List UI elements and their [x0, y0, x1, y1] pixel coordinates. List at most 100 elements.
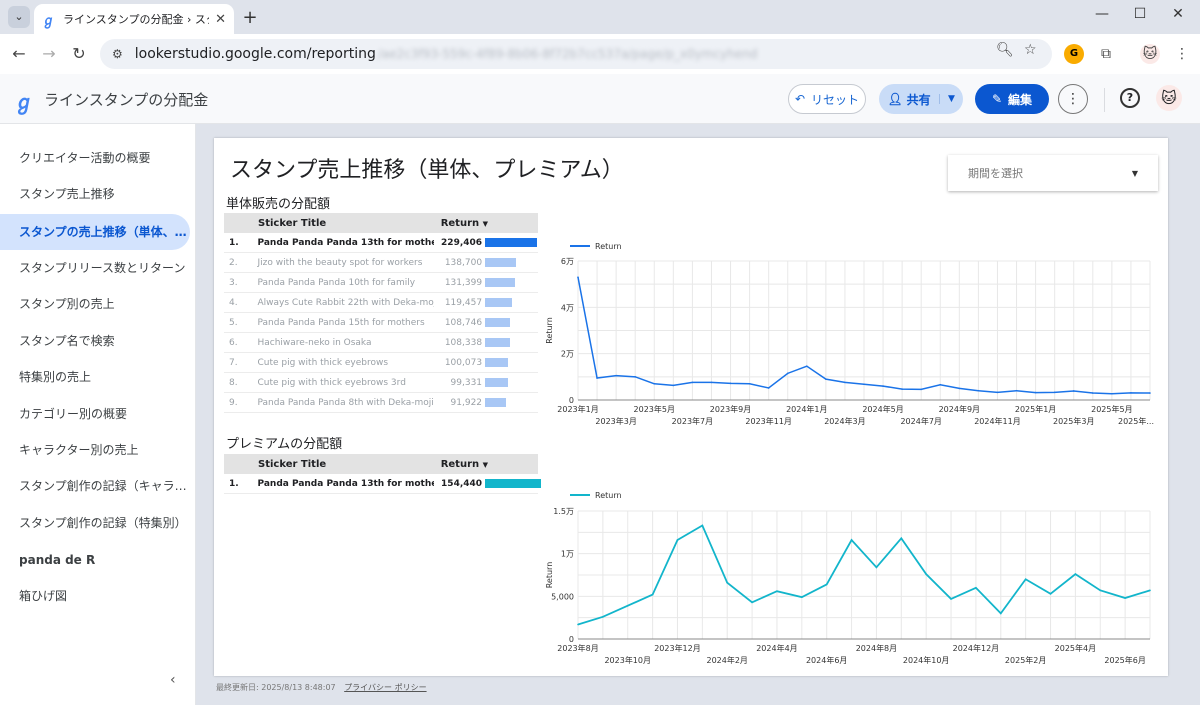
- sort-desc-icon: ▼: [482, 460, 488, 469]
- row-return-bar: [485, 238, 538, 247]
- col-header-sticker-title[interactable]: Sticker Title: [224, 459, 438, 470]
- data-point: [1149, 392, 1151, 394]
- table-row[interactable]: 7. Cute pig with thick eyebrows 100,073: [224, 353, 538, 373]
- browser-tab[interactable]: ℊ ラインスタンプの分配金 › スタンプの ✕: [34, 4, 234, 34]
- minimize-icon[interactable]: —: [1092, 6, 1112, 22]
- y-tick-label: 0: [569, 635, 574, 644]
- row-sticker-title: Cute pig with thick eyebrows: [257, 357, 389, 368]
- table-row[interactable]: 9. Panda Panda Panda 8th with Deka-moji 91…: [224, 393, 538, 413]
- sidebar-item-sales-trend-single-premium[interactable]: スタンプの売上推移（単体、プレミアム）: [0, 214, 190, 250]
- y-tick-label: 2万: [561, 350, 574, 359]
- share-main[interactable]: 👤︎ 共有: [879, 91, 939, 108]
- sidebar-item-category-overview[interactable]: カテゴリー別の概要: [0, 396, 190, 432]
- row-return-bar: [485, 479, 542, 488]
- x-tick-label: 2023年7月: [672, 416, 713, 426]
- sidebar-item-record-by-character[interactable]: スタンプ創作の記録（キャラクター別）: [0, 468, 190, 504]
- col-header-return-label: Return: [440, 217, 480, 229]
- data-point: [776, 590, 778, 593]
- table-row[interactable]: 1. Panda Panda Panda 13th for mothers 229,…: [224, 233, 538, 253]
- bookmark-star-icon[interactable]: ☆: [1024, 42, 1037, 58]
- url-blurred-text: /ae2c3f93-559c-4f89-8b06-8f72b7cc537a/pa…: [377, 47, 758, 61]
- forward-button[interactable]: →: [38, 43, 60, 65]
- table-row[interactable]: 4. Always Cute Rabbit 22th with Deka-moji…: [224, 293, 538, 313]
- sidebar-item-record-by-feature[interactable]: スタンプ創作の記録（特集別）: [0, 505, 190, 541]
- extensions-puzzle-icon[interactable]: ⧉: [1096, 44, 1116, 64]
- sidebar-item-sales-by-sticker[interactable]: スタンプ別の売上: [0, 286, 190, 322]
- zoom-icon[interactable]: 🔍︎: [996, 42, 1014, 58]
- data-point: [726, 581, 729, 584]
- row-rank: 2.: [229, 257, 238, 268]
- col-header-return[interactable]: Return ▼: [438, 218, 508, 229]
- return-bar-fill: [485, 318, 510, 327]
- last-updated-text: 最終更新日: 2025/8/13 8:48:07: [216, 683, 336, 692]
- data-point: [801, 596, 803, 598]
- sidebar-item-search-by-name[interactable]: スタンプ名で検索: [0, 323, 190, 359]
- close-window-icon[interactable]: ✕: [1168, 6, 1188, 22]
- site-info-icon[interactable]: ⚙: [112, 47, 123, 61]
- data-point: [653, 382, 656, 385]
- data-point: [850, 539, 853, 541]
- reset-button[interactable]: ↶ リセット: [788, 84, 866, 114]
- maximize-icon[interactable]: ☐: [1130, 6, 1150, 22]
- x-tick-label: 2025年5月: [1091, 404, 1132, 414]
- privacy-policy-link[interactable]: プライバシー ポリシー: [344, 683, 426, 692]
- data-point: [577, 276, 579, 279]
- return-bar-fill: [485, 258, 517, 267]
- share-dropdown-icon[interactable]: ▼: [939, 94, 963, 104]
- table-row[interactable]: 3. Panda Panda Panda 10th for family 131,3…: [224, 273, 538, 293]
- reload-button[interactable]: ↻: [68, 43, 90, 65]
- help-icon[interactable]: ?: [1120, 88, 1140, 108]
- sidebar-item-sales-by-character[interactable]: キャラクター別の売上: [0, 432, 190, 468]
- table-row[interactable]: 5. Panda Panda Panda 15th for mothers 108,…: [224, 313, 538, 333]
- reset-label: リセット: [811, 92, 860, 107]
- col-header-sticker-title[interactable]: Sticker Title: [224, 218, 438, 229]
- table-row[interactable]: 8. Cute pig with thick eyebrows 3rd 99,331: [224, 373, 538, 393]
- table-row[interactable]: 6. Hachiware-neko in Osaka 108,338: [224, 333, 538, 353]
- row-return-value: 108,746: [444, 317, 483, 328]
- col-header-return[interactable]: Return ▼: [438, 459, 508, 470]
- extension-badge-icon[interactable]: G: [1064, 44, 1084, 64]
- x-tick-label: 2023年1月: [557, 404, 598, 414]
- x-tick-label: 2023年9月: [710, 404, 751, 414]
- table-row[interactable]: 1. Panda Panda Panda 13th for mothers 154,…: [224, 474, 542, 494]
- table-row[interactable]: 2. Jizo with the beauty spot for workers 1…: [224, 253, 538, 273]
- x-tick-label: 2024年10月: [903, 655, 950, 665]
- close-tab-icon[interactable]: ✕: [215, 12, 226, 27]
- data-point: [729, 382, 732, 385]
- edit-button[interactable]: ✎ 編集: [975, 84, 1049, 114]
- sidebar-item-sales-by-feature[interactable]: 特集別の売上: [0, 359, 190, 395]
- looker-studio-logo-icon[interactable]: ℊ: [14, 86, 34, 115]
- report-name[interactable]: ラインスタンプの分配金: [44, 89, 208, 110]
- data-point: [651, 593, 654, 596]
- report-footer: 最終更新日: 2025/8/13 8:48:07 プライバシー ポリシー: [216, 682, 427, 693]
- share-button[interactable]: 👤︎ 共有 ▼: [879, 84, 963, 114]
- data-point: [577, 623, 579, 626]
- sidebar-item-creator-overview[interactable]: クリエイター活動の概要: [0, 140, 190, 176]
- profile-avatar-icon[interactable]: 🐱: [1140, 44, 1160, 64]
- address-bar[interactable]: ⚙ lookerstudio.google.com/reporting /ae2…: [100, 39, 1052, 69]
- back-button[interactable]: ←: [8, 43, 30, 65]
- sidebar-item-releases-and-return[interactable]: スタンプリリース数とリターン: [0, 250, 190, 286]
- sort-desc-icon: ▼: [482, 219, 488, 228]
- row-return-value: 91,922: [450, 397, 483, 408]
- tab-strip: ⌄ ℊ ラインスタンプの分配金 › スタンプの ✕ + — ☐ ✕: [0, 0, 1200, 34]
- tab-search-button[interactable]: ⌄: [8, 6, 30, 28]
- x-tick-label: 2024年11月: [974, 416, 1021, 426]
- row-sticker-title: Always Cute Rabbit 22th with Deka-moji: [257, 297, 434, 308]
- date-range-control[interactable]: 期間を選択 ▼: [948, 155, 1158, 191]
- browser-menu-icon[interactable]: ⋮: [1172, 44, 1192, 64]
- collapse-sidebar-icon[interactable]: ‹: [170, 672, 176, 688]
- more-options-icon[interactable]: ⋮: [1058, 84, 1088, 114]
- date-range-placeholder: 期間を選択: [968, 167, 1023, 180]
- sidebar-item-sales-trend[interactable]: スタンプ売上推移: [0, 176, 190, 212]
- row-return-value: 99,331: [450, 377, 483, 388]
- row-return-bar: [485, 358, 538, 367]
- new-tab-button[interactable]: +: [240, 7, 260, 28]
- data-point: [825, 583, 828, 586]
- data-point: [901, 388, 903, 390]
- data-point: [825, 378, 827, 380]
- account-avatar[interactable]: 🐱: [1156, 85, 1182, 111]
- data-point: [977, 389, 980, 392]
- sidebar-item-panda-de-r[interactable]: panda de R: [0, 542, 190, 578]
- sidebar-item-boxplot[interactable]: 箱ひげ図: [0, 578, 190, 614]
